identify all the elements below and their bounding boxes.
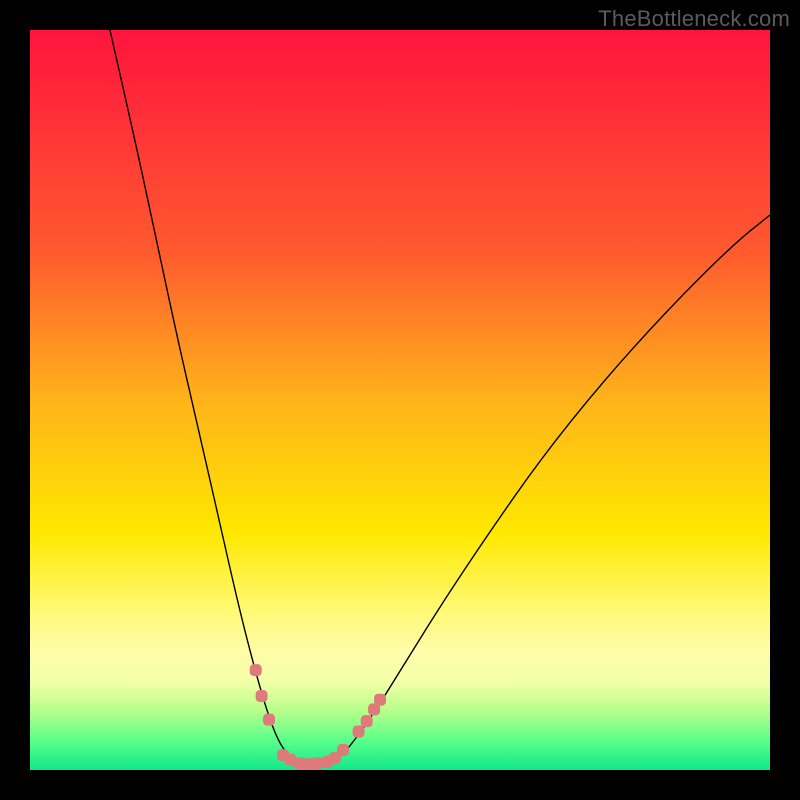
valley-marker — [256, 690, 268, 702]
valley-marker — [311, 757, 323, 769]
chart-frame: TheBottleneck.com — [0, 0, 800, 800]
valley-marker — [374, 694, 386, 706]
valley-marker — [361, 715, 373, 727]
valley-marker — [263, 714, 275, 726]
left-arm-curve — [110, 30, 311, 768]
right-arm-curve — [311, 215, 770, 768]
valley-marker — [337, 744, 349, 756]
watermark-text: TheBottleneck.com — [598, 6, 790, 32]
valley-marker — [353, 726, 365, 738]
curves-layer — [30, 30, 770, 770]
plot-area — [30, 30, 770, 770]
valley-marker — [250, 664, 262, 676]
